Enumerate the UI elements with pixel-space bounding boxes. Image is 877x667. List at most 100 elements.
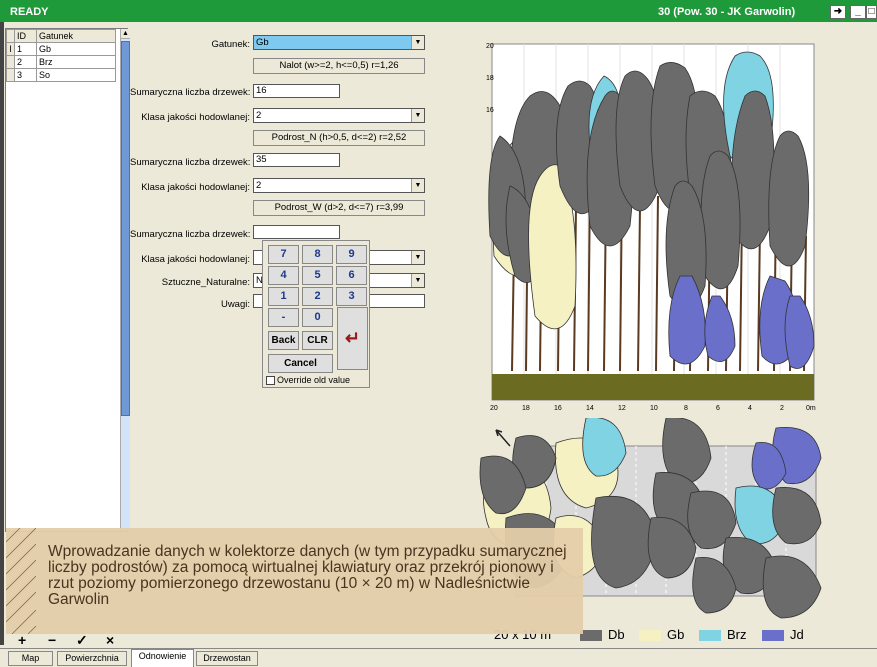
tab-odnowienie[interactable]: Odnowienie: [131, 649, 194, 667]
cancel-button[interactable]: Cancel: [268, 354, 333, 373]
window-border: [0, 22, 4, 645]
x-axis-ticks: 20 18 16 14 12 10 8 6 4 2 0m: [490, 405, 816, 412]
uwagi-label: Uwagi:: [220, 299, 250, 310]
cell-gatunek[interactable]: So: [36, 68, 116, 82]
legend-label: Gb: [667, 627, 685, 642]
key-minus[interactable]: -: [268, 308, 299, 327]
klasa2-label: Klasa jakości hodowlanej:: [141, 182, 250, 193]
checkbox-box[interactable]: [266, 376, 275, 386]
row-marker: [6, 55, 15, 69]
podrost-w-button[interactable]: Podrost_W (d>2, d<=7) r=3,99: [253, 200, 425, 216]
cell-gatunek[interactable]: Gb: [36, 42, 116, 56]
legend-swatch: [580, 630, 602, 642]
plot-title: 30 (Pow. 30 - JK Garwolin): [658, 6, 796, 18]
klasa1-label: Klasa jakości hodowlanej:: [141, 112, 250, 123]
x-tick-label: 14: [586, 405, 594, 412]
scroll-thumb[interactable]: [121, 41, 130, 416]
legend-swatch: [639, 630, 661, 642]
key-1[interactable]: 1: [268, 287, 299, 306]
key-5[interactable]: 5: [302, 266, 333, 285]
chevron-down-icon[interactable]: ▼: [411, 251, 424, 264]
podrost-n-button[interactable]: Podrost_N (h>0,5, d<=2) r=2,52: [253, 130, 425, 146]
y-tick-label: 20: [486, 43, 494, 50]
sum2-input[interactable]: 35: [253, 153, 340, 167]
key-6[interactable]: 6: [336, 266, 367, 285]
klasa3-label: Klasa jakości hodowlanej:: [141, 254, 250, 265]
arrow-right-icon[interactable]: ➜: [830, 5, 846, 19]
klasa2-value: 2: [256, 180, 262, 191]
sum1-label: Sumaryczna liczba drzewek:: [130, 87, 251, 98]
gatunek-value: Gb: [256, 37, 269, 48]
tab-map[interactable]: Map: [8, 651, 53, 666]
remove-icon[interactable]: −: [48, 632, 56, 648]
cell-id[interactable]: 3: [14, 68, 37, 82]
virtual-keypad: 7 8 9 4 5 6 1 2 3 - 0 Back CLR Cancel ↵ …: [262, 240, 370, 388]
legend-swatch: [699, 630, 721, 642]
chevron-down-icon[interactable]: ▼: [411, 109, 424, 122]
y-tick-label: 18: [486, 75, 494, 82]
check-icon[interactable]: ✓: [76, 632, 88, 649]
tab-bar: Map Powierzchnia Odnowienie Drzewostan: [0, 648, 877, 667]
key-3[interactable]: 3: [336, 287, 367, 306]
vertical-scrollbar[interactable]: ▲: [120, 29, 130, 531]
restore-icon[interactable]: □: [866, 5, 877, 19]
gatunek-select[interactable]: Gb ▼: [253, 35, 425, 50]
x-tick-label: 0m: [806, 405, 816, 412]
chevron-down-icon[interactable]: ▼: [411, 274, 424, 287]
tab-drzewostan[interactable]: Drzewostan: [196, 651, 258, 666]
row-marker: [6, 68, 15, 82]
minimize-icon[interactable]: _: [850, 5, 866, 19]
key-8[interactable]: 8: [302, 245, 333, 264]
north-arrow-icon: [495, 429, 511, 447]
close-icon[interactable]: ×: [106, 632, 114, 648]
tab-powierzchnia[interactable]: Powierzchnia: [57, 651, 127, 666]
key-7[interactable]: 7: [268, 245, 299, 264]
klasa1-value: 2: [256, 110, 262, 121]
key-4[interactable]: 4: [268, 266, 299, 285]
nalot-button[interactable]: Nalot (w>=2, h<=0,5) r=1,26: [253, 58, 425, 74]
table-row[interactable]: I 1 Gb: [6, 42, 116, 56]
back-button[interactable]: Back: [268, 331, 299, 350]
legend-label: Jd: [790, 627, 804, 642]
ground-layer: [492, 374, 814, 400]
enter-icon[interactable]: ↵: [337, 307, 368, 370]
chevron-down-icon[interactable]: ▼: [411, 36, 424, 49]
cell-id[interactable]: 2: [14, 55, 37, 69]
add-icon[interactable]: +: [18, 632, 26, 648]
legend-item-gb: Gb: [639, 627, 684, 642]
scroll-up-icon[interactable]: ▲: [121, 29, 130, 39]
x-tick-label: 8: [684, 405, 688, 412]
x-tick-label: 4: [748, 405, 752, 412]
caption-overlay: Wprowadzanie danych w kolektorze danych …: [6, 528, 583, 634]
species-table[interactable]: ID Gatunek I 1 Gb 2 Brz 3 So ▲: [5, 28, 130, 532]
cell-gatunek[interactable]: Brz: [36, 55, 116, 69]
legend-swatch: [762, 630, 784, 642]
legend-label: Brz: [727, 627, 747, 642]
sztuczne-label: Sztuczne_Naturalne:: [161, 277, 250, 288]
klasa2-select[interactable]: 2 ▼: [253, 178, 425, 193]
klasa1-select[interactable]: 2 ▼: [253, 108, 425, 123]
x-tick-label: 16: [554, 405, 562, 412]
profile-svg: 20 18 16 20 18 16 14 12 10 8 6 4 2 0m: [486, 43, 816, 412]
table-row[interactable]: 2 Brz: [6, 55, 116, 69]
key-0[interactable]: 0: [302, 308, 333, 327]
sum1-input[interactable]: 16: [253, 84, 340, 98]
column-header-id[interactable]: ID: [14, 29, 37, 43]
x-tick-label: 20: [490, 405, 498, 412]
caption-text: Wprowadzanie danych w kolektorze danych …: [48, 543, 567, 608]
key-2[interactable]: 2: [302, 287, 333, 306]
sum3-input[interactable]: [253, 225, 340, 239]
sum3-label: Sumaryczna liczba drzewek:: [130, 229, 251, 240]
override-label: Override old value: [277, 375, 351, 385]
status-text: READY: [10, 6, 49, 18]
row-header-cell: [6, 29, 15, 43]
key-9[interactable]: 9: [336, 245, 367, 264]
clr-button[interactable]: CLR: [302, 331, 333, 350]
cell-id[interactable]: 1: [14, 42, 37, 56]
override-checkbox[interactable]: Override old value: [266, 375, 351, 386]
legend-item-db: Db: [580, 627, 625, 642]
table-header-row: ID Gatunek: [6, 29, 116, 43]
table-row[interactable]: 3 So: [6, 68, 116, 82]
chevron-down-icon[interactable]: ▼: [411, 179, 424, 192]
column-header-gatunek[interactable]: Gatunek: [36, 29, 116, 43]
